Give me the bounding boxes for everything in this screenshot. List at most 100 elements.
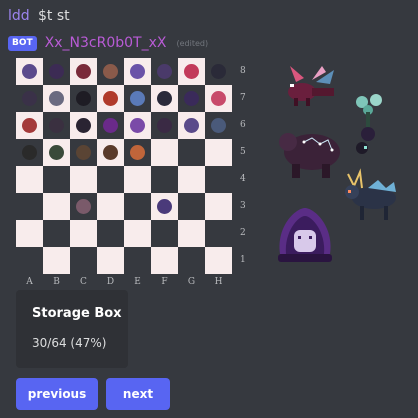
board-cell bbox=[151, 220, 178, 247]
board-cell bbox=[43, 58, 70, 85]
board-cell bbox=[151, 112, 178, 139]
creature-icon bbox=[76, 118, 91, 133]
rank-label: 6 bbox=[240, 120, 246, 130]
creature-icon bbox=[184, 91, 199, 106]
board-cell bbox=[178, 85, 205, 112]
board-cell bbox=[151, 58, 178, 85]
rank-label: 8 bbox=[240, 66, 246, 76]
creature-icon bbox=[49, 118, 64, 133]
board-cell bbox=[205, 58, 232, 85]
creature-icon bbox=[49, 64, 64, 79]
creature-icon bbox=[103, 91, 118, 106]
board-cell bbox=[205, 85, 232, 112]
board-cell bbox=[16, 193, 43, 220]
previous-button[interactable]: previous bbox=[16, 378, 98, 410]
creature-icon bbox=[211, 64, 226, 79]
board-cell bbox=[124, 139, 151, 166]
board-cell bbox=[178, 58, 205, 85]
rank-label: 2 bbox=[240, 228, 246, 238]
creature-icon bbox=[184, 64, 199, 79]
creature-icon bbox=[22, 118, 37, 133]
board-cell bbox=[16, 247, 43, 274]
board-cell bbox=[43, 139, 70, 166]
creature-icon bbox=[130, 145, 145, 160]
board-cell bbox=[97, 58, 124, 85]
previous-message-text: $t st bbox=[38, 8, 70, 24]
message-header: BOT Xx_N3cR0b0T_xX (edited) bbox=[8, 34, 208, 52]
board-cell bbox=[43, 112, 70, 139]
creature-icon bbox=[22, 91, 37, 106]
creature-icon bbox=[103, 64, 118, 79]
previous-message: ldd $t st bbox=[0, 0, 418, 32]
board-cell bbox=[43, 85, 70, 112]
board-cell bbox=[124, 85, 151, 112]
board-cell bbox=[151, 139, 178, 166]
file-label: G bbox=[187, 277, 196, 287]
board-cell bbox=[43, 247, 70, 274]
board-cell bbox=[178, 166, 205, 193]
board-cell bbox=[205, 166, 232, 193]
rank-label: 7 bbox=[240, 93, 246, 103]
board-cell bbox=[70, 139, 97, 166]
creature-icon bbox=[76, 64, 91, 79]
board-cell bbox=[97, 112, 124, 139]
board-cell bbox=[16, 139, 43, 166]
board-cell bbox=[97, 247, 124, 274]
board-cell bbox=[124, 193, 151, 220]
creature-icon bbox=[211, 91, 226, 106]
previous-author[interactable]: ldd bbox=[8, 8, 30, 24]
board-cell bbox=[97, 139, 124, 166]
storage-box-card: Storage Box 30/64 (47%) bbox=[16, 290, 128, 368]
edited-label: (edited) bbox=[176, 38, 209, 48]
creature-icon bbox=[157, 91, 172, 106]
creature-icon bbox=[76, 145, 91, 160]
board-cell bbox=[97, 85, 124, 112]
board-cell bbox=[70, 112, 97, 139]
board-cell bbox=[43, 166, 70, 193]
board-cell bbox=[205, 112, 232, 139]
board-cell bbox=[43, 220, 70, 247]
board-cell bbox=[205, 139, 232, 166]
winged-creature-icon bbox=[288, 66, 334, 106]
board-cell bbox=[205, 193, 232, 220]
next-button[interactable]: next bbox=[106, 378, 170, 410]
creature-icon bbox=[157, 118, 172, 133]
creature-icon bbox=[103, 145, 118, 160]
creature-icon bbox=[76, 91, 91, 106]
file-label: B bbox=[53, 277, 60, 287]
board-cell bbox=[16, 58, 43, 85]
board-cell bbox=[124, 220, 151, 247]
board-cell bbox=[16, 112, 43, 139]
file-label: C bbox=[80, 277, 87, 287]
board-cell bbox=[205, 220, 232, 247]
storage-board bbox=[16, 58, 232, 274]
board-cell bbox=[70, 220, 97, 247]
board-cell bbox=[70, 58, 97, 85]
creature-icon bbox=[130, 118, 145, 133]
creature-icon bbox=[157, 64, 172, 79]
storage-box-title: Storage Box bbox=[32, 306, 122, 321]
board-cell bbox=[205, 247, 232, 274]
storage-box-count: 30/64 (47%) bbox=[32, 336, 107, 350]
board-cell bbox=[178, 139, 205, 166]
creature-icon bbox=[103, 118, 118, 133]
file-label: F bbox=[161, 277, 168, 287]
board-cell bbox=[151, 247, 178, 274]
creature-icon bbox=[157, 199, 172, 214]
board-cell bbox=[151, 85, 178, 112]
flower-creature-icon bbox=[356, 94, 382, 154]
rank-label: 1 bbox=[240, 255, 246, 265]
bot-author-name[interactable]: Xx_N3cR0b0T_xX bbox=[45, 35, 167, 51]
board-cell bbox=[70, 193, 97, 220]
board-cell bbox=[124, 247, 151, 274]
file-label: E bbox=[134, 277, 141, 287]
board-cell bbox=[178, 220, 205, 247]
board-cell bbox=[97, 166, 124, 193]
board-cell bbox=[16, 85, 43, 112]
crystal-stag-icon bbox=[345, 168, 396, 220]
board-cell bbox=[70, 247, 97, 274]
rank-label: 4 bbox=[240, 174, 246, 184]
creature-icon bbox=[184, 118, 199, 133]
creature-icon bbox=[130, 64, 145, 79]
board-cell bbox=[151, 166, 178, 193]
